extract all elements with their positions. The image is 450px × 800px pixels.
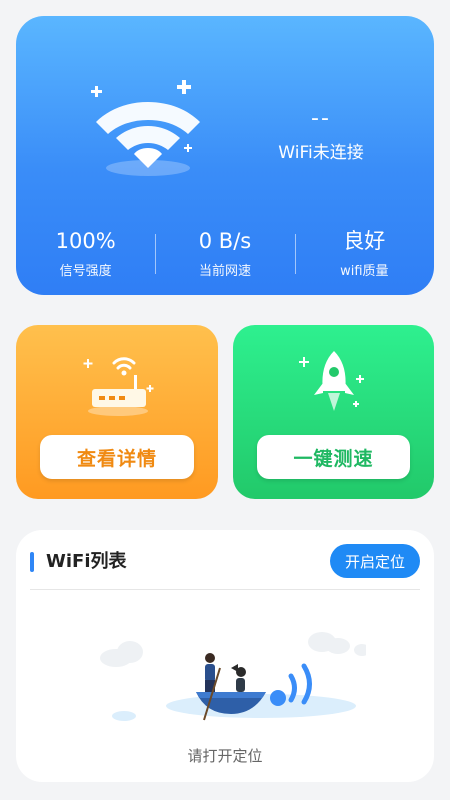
stat-label: 信号强度 bbox=[59, 264, 112, 279]
stat-value: 100% bbox=[55, 229, 116, 253]
empty-state-text: 请打开定位 bbox=[187, 747, 263, 765]
connection-status: -- WiFi未连接 bbox=[241, 106, 401, 163]
divider bbox=[30, 589, 420, 590]
ssid-value: -- bbox=[311, 106, 331, 131]
router-icon bbox=[83, 357, 154, 416]
view-details-button[interactable]: 查看详情 bbox=[40, 435, 194, 479]
details-tile[interactable]: 查看详情 bbox=[16, 325, 218, 499]
stat-value: 良好 bbox=[343, 229, 386, 253]
wifi-list-header: WiFi列表 开启定位 bbox=[16, 544, 434, 584]
boat-illustration bbox=[100, 632, 366, 721]
speed-test-button[interactable]: 一键测速 bbox=[257, 435, 410, 479]
stat-value: 0 B/s bbox=[198, 229, 252, 253]
enable-location-button[interactable]: 开启定位 bbox=[330, 544, 420, 578]
rocket-icon bbox=[298, 351, 364, 411]
title-accent-bar bbox=[30, 552, 34, 572]
wifi-list-title: WiFi列表 bbox=[46, 551, 127, 572]
stat-current-speed: 0 B/s 当前网速 bbox=[155, 228, 294, 288]
wifi-icon bbox=[91, 80, 200, 176]
stat-wifi-quality: 良好 wifi质量 bbox=[294, 228, 434, 288]
stat-label: wifi质量 bbox=[340, 264, 389, 279]
speedtest-tile[interactable]: 一键测速 bbox=[233, 325, 434, 499]
stat-label: 当前网速 bbox=[198, 264, 251, 279]
wifi-list-card: WiFi列表 开启定位 请打开定位 bbox=[16, 530, 434, 782]
wifi-status-card: -- WiFi未连接 100% 信号强度 0 B/s 当前网速 良好 wifi质… bbox=[16, 16, 434, 295]
stats-row: 100% 信号强度 0 B/s 当前网速 良好 wifi质量 bbox=[16, 228, 434, 288]
connection-status-text: WiFi未连接 bbox=[278, 143, 364, 163]
stat-signal-strength: 100% 信号强度 bbox=[16, 228, 155, 288]
